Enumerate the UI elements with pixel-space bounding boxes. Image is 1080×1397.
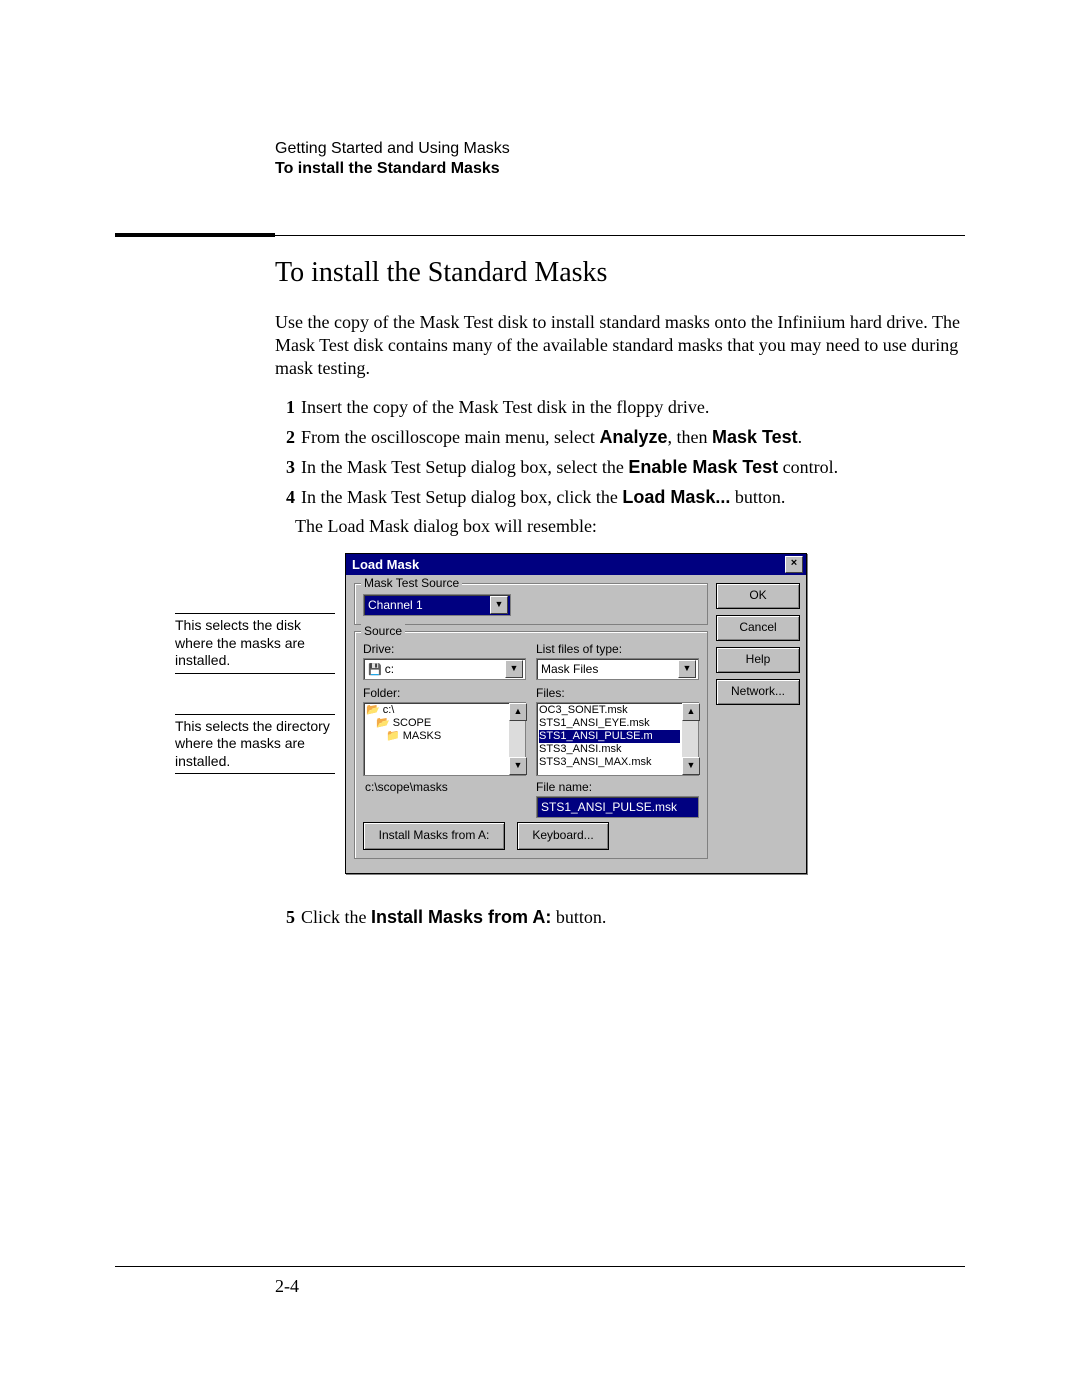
mask-test-source-group: Mask Test Source Channel 1 ▼ — [354, 583, 708, 625]
step-5: 5Click the Install Masks from A: button. — [275, 904, 965, 930]
drive-dropdown[interactable]: c: ▼ — [363, 658, 526, 680]
steps-list: 1Insert the copy of the Mask Test disk i… — [275, 394, 965, 510]
dialog-title: Load Mask — [352, 557, 419, 572]
folder-item-masks[interactable]: MASKS — [366, 730, 507, 743]
step-5-text-b: button. — [551, 907, 606, 927]
running-header-section: To install the Standard Masks — [275, 160, 965, 178]
step-5-text-a: Click the — [301, 907, 371, 927]
install-masks-button[interactable]: Install Masks from A: — [363, 822, 505, 850]
network-button[interactable]: Network... — [716, 679, 800, 705]
channel-dropdown[interactable]: Channel 1 ▼ — [363, 594, 511, 616]
filetype-value: Mask Files — [541, 662, 678, 676]
filetype-label: List files of type: — [536, 642, 699, 656]
help-button[interactable]: Help — [716, 647, 800, 673]
callout-folder: This selects the directory where the mas… — [175, 714, 335, 775]
step-2: 2From the oscilloscope main menu, select… — [275, 424, 965, 450]
load-mask-dialog: Load Mask × Mask Test Source Channel 1 ▼ — [345, 553, 807, 874]
close-button[interactable]: × — [785, 556, 803, 573]
step-3-text-a: In the Mask Test Setup dialog box, selec… — [301, 457, 628, 477]
file-item[interactable]: STS1_ANSI_EYE.msk — [539, 717, 680, 730]
step-2-text-b: , then — [667, 427, 712, 447]
source-group: Source Drive: c: ▼ — [354, 631, 708, 859]
keyboard-button[interactable]: Keyboard... — [517, 822, 609, 850]
ok-button[interactable]: OK — [716, 583, 800, 609]
callouts-column: This selects the disk where the masks ar… — [175, 553, 345, 874]
file-item[interactable]: STS3_ANSI.msk — [539, 743, 680, 756]
step-2-text-a: From the oscilloscope main menu, select — [301, 427, 599, 447]
source-group-label: Source — [361, 624, 405, 638]
chevron-down-icon[interactable]: ▼ — [678, 660, 696, 678]
running-header-chapter: Getting Started and Using Masks — [275, 140, 965, 158]
folder-item-root[interactable]: c:\ — [366, 704, 507, 717]
step-2-text-c: . — [798, 427, 803, 447]
file-item[interactable]: OC3_SONET.msk — [539, 704, 680, 717]
step-4-bold: Load Mask... — [622, 487, 730, 507]
file-item[interactable]: STS3_ANSI_MAX.msk — [539, 756, 680, 769]
step-1: 1Insert the copy of the Mask Test disk i… — [275, 394, 965, 420]
filetype-dropdown[interactable]: Mask Files ▼ — [536, 658, 699, 680]
filename-label: File name: — [536, 780, 699, 794]
current-path: c:\scope\masks — [365, 780, 526, 794]
callout-drive: This selects the disk where the masks ar… — [175, 613, 335, 674]
footer-rule — [115, 1266, 965, 1267]
folder-scrollbar[interactable]: ▲ ▼ — [509, 703, 525, 775]
steps-list-continued: 5Click the Install Masks from A: button. — [275, 904, 965, 930]
step-4-note: The Load Mask dialog box will resemble: — [295, 516, 965, 537]
section-title: To install the Standard Masks — [275, 257, 965, 289]
files-listbox[interactable]: OC3_SONET.msk STS1_ANSI_EYE.msk STS1_ANS… — [536, 702, 699, 776]
step-4: 4In the Mask Test Setup dialog box, clic… — [275, 484, 965, 510]
step-2-bold-masktest: Mask Test — [712, 427, 798, 447]
chevron-down-icon[interactable]: ▼ — [490, 596, 508, 614]
scroll-up-icon[interactable]: ▲ — [509, 703, 527, 721]
filename-input[interactable]: STS1_ANSI_PULSE.msk — [536, 796, 699, 818]
channel-value: Channel 1 — [368, 598, 490, 612]
scroll-down-icon[interactable]: ▼ — [682, 757, 700, 775]
step-5-bold: Install Masks from A: — [371, 907, 551, 927]
intro-paragraph: Use the copy of the Mask Test disk to in… — [275, 311, 965, 380]
main-content: To install the Standard Masks Use the co… — [275, 237, 965, 931]
drive-label: Drive: — [363, 642, 526, 656]
step-3: 3In the Mask Test Setup dialog box, sele… — [275, 454, 965, 480]
files-scrollbar[interactable]: ▲ ▼ — [682, 703, 698, 775]
step-1-text: Insert the copy of the Mask Test disk in… — [301, 397, 709, 417]
drive-value: c: — [368, 662, 505, 676]
page-number: 2-4 — [275, 1276, 299, 1297]
chevron-down-icon[interactable]: ▼ — [505, 660, 523, 678]
step-4-text-b: button. — [730, 487, 785, 507]
mask-test-source-label: Mask Test Source — [361, 576, 462, 590]
folder-label: Folder: — [363, 686, 526, 700]
filename-value: STS1_ANSI_PULSE.msk — [541, 800, 677, 814]
scroll-up-icon[interactable]: ▲ — [682, 703, 700, 721]
document-page: Getting Started and Using Masks To insta… — [0, 0, 1080, 1397]
step-3-text-b: control. — [778, 457, 838, 477]
step-3-bold: Enable Mask Test — [628, 457, 778, 477]
figure-row: This selects the disk where the masks ar… — [175, 553, 965, 874]
step-2-bold-analyze: Analyze — [599, 427, 667, 447]
section-rule — [115, 233, 965, 237]
dialog-titlebar[interactable]: Load Mask × — [346, 554, 806, 575]
files-label: Files: — [536, 686, 699, 700]
folder-item-scope[interactable]: SCOPE — [366, 717, 507, 730]
file-item-selected[interactable]: STS1_ANSI_PULSE.m — [539, 730, 680, 743]
cancel-button[interactable]: Cancel — [716, 615, 800, 641]
scroll-down-icon[interactable]: ▼ — [509, 757, 527, 775]
step-4-text-a: In the Mask Test Setup dialog box, click… — [301, 487, 622, 507]
folder-listbox[interactable]: c:\ SCOPE MASKS ▲ ▼ — [363, 702, 526, 776]
